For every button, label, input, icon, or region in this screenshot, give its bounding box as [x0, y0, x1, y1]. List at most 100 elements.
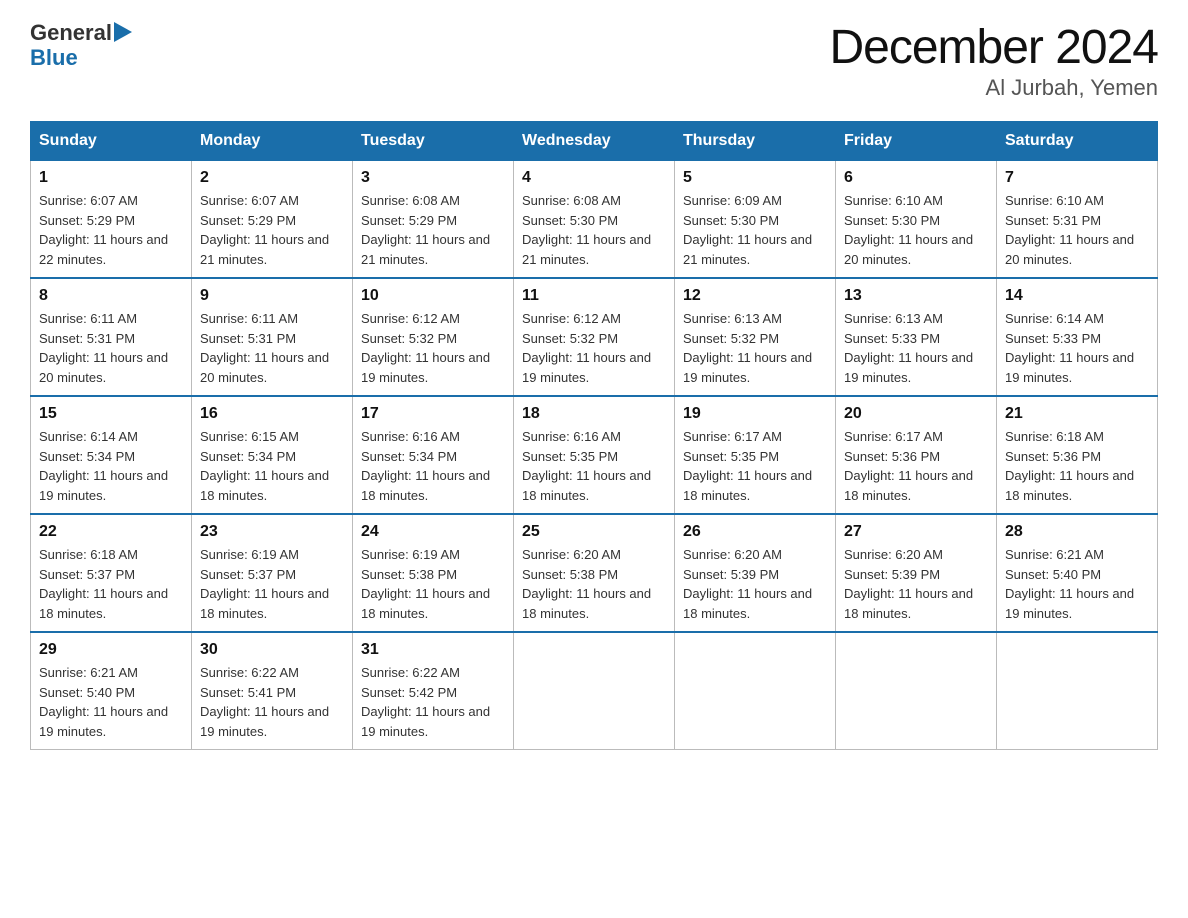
table-row: 22 Sunrise: 6:18 AM Sunset: 5:37 PM Dayl… — [31, 514, 192, 632]
table-row — [675, 632, 836, 750]
calendar-week-row: 22 Sunrise: 6:18 AM Sunset: 5:37 PM Dayl… — [31, 514, 1158, 632]
table-row: 31 Sunrise: 6:22 AM Sunset: 5:42 PM Dayl… — [353, 632, 514, 750]
day-info: Sunrise: 6:08 AM Sunset: 5:30 PM Dayligh… — [522, 191, 666, 269]
table-row: 5 Sunrise: 6:09 AM Sunset: 5:30 PM Dayli… — [675, 161, 836, 279]
table-row — [836, 632, 997, 750]
day-number: 4 — [522, 169, 666, 187]
day-info: Sunrise: 6:07 AM Sunset: 5:29 PM Dayligh… — [200, 191, 344, 269]
page-title: December 2024 — [829, 20, 1158, 75]
table-row: 28 Sunrise: 6:21 AM Sunset: 5:40 PM Dayl… — [997, 514, 1158, 632]
day-number: 24 — [361, 523, 505, 541]
logo: General Blue — [30, 20, 138, 70]
table-row: 18 Sunrise: 6:16 AM Sunset: 5:35 PM Dayl… — [514, 396, 675, 514]
day-number: 28 — [1005, 523, 1149, 541]
logo-triangle-icon — [114, 22, 138, 46]
day-info: Sunrise: 6:17 AM Sunset: 5:35 PM Dayligh… — [683, 427, 827, 505]
header-friday: Friday — [836, 122, 997, 161]
header-thursday: Thursday — [675, 122, 836, 161]
table-row: 26 Sunrise: 6:20 AM Sunset: 5:39 PM Dayl… — [675, 514, 836, 632]
logo-blue: Blue — [30, 45, 78, 70]
day-number: 14 — [1005, 287, 1149, 305]
table-row: 19 Sunrise: 6:17 AM Sunset: 5:35 PM Dayl… — [675, 396, 836, 514]
table-row: 4 Sunrise: 6:08 AM Sunset: 5:30 PM Dayli… — [514, 161, 675, 279]
table-row: 20 Sunrise: 6:17 AM Sunset: 5:36 PM Dayl… — [836, 396, 997, 514]
day-info: Sunrise: 6:21 AM Sunset: 5:40 PM Dayligh… — [39, 663, 183, 741]
logo-general: General — [30, 21, 112, 45]
day-number: 21 — [1005, 405, 1149, 423]
table-row: 14 Sunrise: 6:14 AM Sunset: 5:33 PM Dayl… — [997, 278, 1158, 396]
table-row: 23 Sunrise: 6:19 AM Sunset: 5:37 PM Dayl… — [192, 514, 353, 632]
day-number: 8 — [39, 287, 183, 305]
day-info: Sunrise: 6:08 AM Sunset: 5:29 PM Dayligh… — [361, 191, 505, 269]
day-info: Sunrise: 6:20 AM Sunset: 5:39 PM Dayligh… — [683, 545, 827, 623]
day-number: 11 — [522, 287, 666, 305]
table-row: 8 Sunrise: 6:11 AM Sunset: 5:31 PM Dayli… — [31, 278, 192, 396]
day-number: 22 — [39, 523, 183, 541]
table-row: 16 Sunrise: 6:15 AM Sunset: 5:34 PM Dayl… — [192, 396, 353, 514]
header-sunday: Sunday — [31, 122, 192, 161]
table-row: 6 Sunrise: 6:10 AM Sunset: 5:30 PM Dayli… — [836, 161, 997, 279]
calendar-week-row: 15 Sunrise: 6:14 AM Sunset: 5:34 PM Dayl… — [31, 396, 1158, 514]
day-number: 2 — [200, 169, 344, 187]
day-info: Sunrise: 6:14 AM Sunset: 5:33 PM Dayligh… — [1005, 309, 1149, 387]
day-number: 5 — [683, 169, 827, 187]
day-number: 17 — [361, 405, 505, 423]
day-number: 3 — [361, 169, 505, 187]
table-row: 25 Sunrise: 6:20 AM Sunset: 5:38 PM Dayl… — [514, 514, 675, 632]
table-row: 7 Sunrise: 6:10 AM Sunset: 5:31 PM Dayli… — [997, 161, 1158, 279]
day-info: Sunrise: 6:15 AM Sunset: 5:34 PM Dayligh… — [200, 427, 344, 505]
day-info: Sunrise: 6:13 AM Sunset: 5:32 PM Dayligh… — [683, 309, 827, 387]
table-row: 1 Sunrise: 6:07 AM Sunset: 5:29 PM Dayli… — [31, 161, 192, 279]
day-info: Sunrise: 6:16 AM Sunset: 5:35 PM Dayligh… — [522, 427, 666, 505]
page-header: General Blue December 2024 Al Jurbah, Ye… — [30, 20, 1158, 101]
table-row: 3 Sunrise: 6:08 AM Sunset: 5:29 PM Dayli… — [353, 161, 514, 279]
calendar-table: Sunday Monday Tuesday Wednesday Thursday… — [30, 121, 1158, 750]
table-row — [997, 632, 1158, 750]
table-row: 15 Sunrise: 6:14 AM Sunset: 5:34 PM Dayl… — [31, 396, 192, 514]
day-info: Sunrise: 6:18 AM Sunset: 5:37 PM Dayligh… — [39, 545, 183, 623]
day-number: 29 — [39, 641, 183, 659]
day-info: Sunrise: 6:19 AM Sunset: 5:37 PM Dayligh… — [200, 545, 344, 623]
day-number: 18 — [522, 405, 666, 423]
table-row: 11 Sunrise: 6:12 AM Sunset: 5:32 PM Dayl… — [514, 278, 675, 396]
day-info: Sunrise: 6:09 AM Sunset: 5:30 PM Dayligh… — [683, 191, 827, 269]
day-number: 10 — [361, 287, 505, 305]
header-wednesday: Wednesday — [514, 122, 675, 161]
day-info: Sunrise: 6:20 AM Sunset: 5:39 PM Dayligh… — [844, 545, 988, 623]
header-monday: Monday — [192, 122, 353, 161]
day-info: Sunrise: 6:07 AM Sunset: 5:29 PM Dayligh… — [39, 191, 183, 269]
day-info: Sunrise: 6:10 AM Sunset: 5:30 PM Dayligh… — [844, 191, 988, 269]
title-section: December 2024 Al Jurbah, Yemen — [829, 20, 1158, 101]
header-tuesday: Tuesday — [353, 122, 514, 161]
day-number: 30 — [200, 641, 344, 659]
day-info: Sunrise: 6:22 AM Sunset: 5:42 PM Dayligh… — [361, 663, 505, 741]
day-info: Sunrise: 6:13 AM Sunset: 5:33 PM Dayligh… — [844, 309, 988, 387]
page-subtitle: Al Jurbah, Yemen — [829, 75, 1158, 101]
table-row: 21 Sunrise: 6:18 AM Sunset: 5:36 PM Dayl… — [997, 396, 1158, 514]
day-info: Sunrise: 6:19 AM Sunset: 5:38 PM Dayligh… — [361, 545, 505, 623]
day-info: Sunrise: 6:17 AM Sunset: 5:36 PM Dayligh… — [844, 427, 988, 505]
table-row: 24 Sunrise: 6:19 AM Sunset: 5:38 PM Dayl… — [353, 514, 514, 632]
table-row: 9 Sunrise: 6:11 AM Sunset: 5:31 PM Dayli… — [192, 278, 353, 396]
day-info: Sunrise: 6:11 AM Sunset: 5:31 PM Dayligh… — [200, 309, 344, 387]
day-info: Sunrise: 6:20 AM Sunset: 5:38 PM Dayligh… — [522, 545, 666, 623]
day-number: 26 — [683, 523, 827, 541]
day-number: 15 — [39, 405, 183, 423]
table-row: 30 Sunrise: 6:22 AM Sunset: 5:41 PM Dayl… — [192, 632, 353, 750]
day-info: Sunrise: 6:21 AM Sunset: 5:40 PM Dayligh… — [1005, 545, 1149, 623]
table-row: 29 Sunrise: 6:21 AM Sunset: 5:40 PM Dayl… — [31, 632, 192, 750]
day-number: 25 — [522, 523, 666, 541]
table-row: 10 Sunrise: 6:12 AM Sunset: 5:32 PM Dayl… — [353, 278, 514, 396]
day-number: 1 — [39, 169, 183, 187]
calendar-week-row: 1 Sunrise: 6:07 AM Sunset: 5:29 PM Dayli… — [31, 161, 1158, 279]
calendar-week-row: 8 Sunrise: 6:11 AM Sunset: 5:31 PM Dayli… — [31, 278, 1158, 396]
header-saturday: Saturday — [997, 122, 1158, 161]
day-number: 31 — [361, 641, 505, 659]
calendar-header-row: Sunday Monday Tuesday Wednesday Thursday… — [31, 122, 1158, 161]
day-info: Sunrise: 6:11 AM Sunset: 5:31 PM Dayligh… — [39, 309, 183, 387]
table-row: 27 Sunrise: 6:20 AM Sunset: 5:39 PM Dayl… — [836, 514, 997, 632]
day-info: Sunrise: 6:22 AM Sunset: 5:41 PM Dayligh… — [200, 663, 344, 741]
day-number: 13 — [844, 287, 988, 305]
day-number: 12 — [683, 287, 827, 305]
day-number: 23 — [200, 523, 344, 541]
